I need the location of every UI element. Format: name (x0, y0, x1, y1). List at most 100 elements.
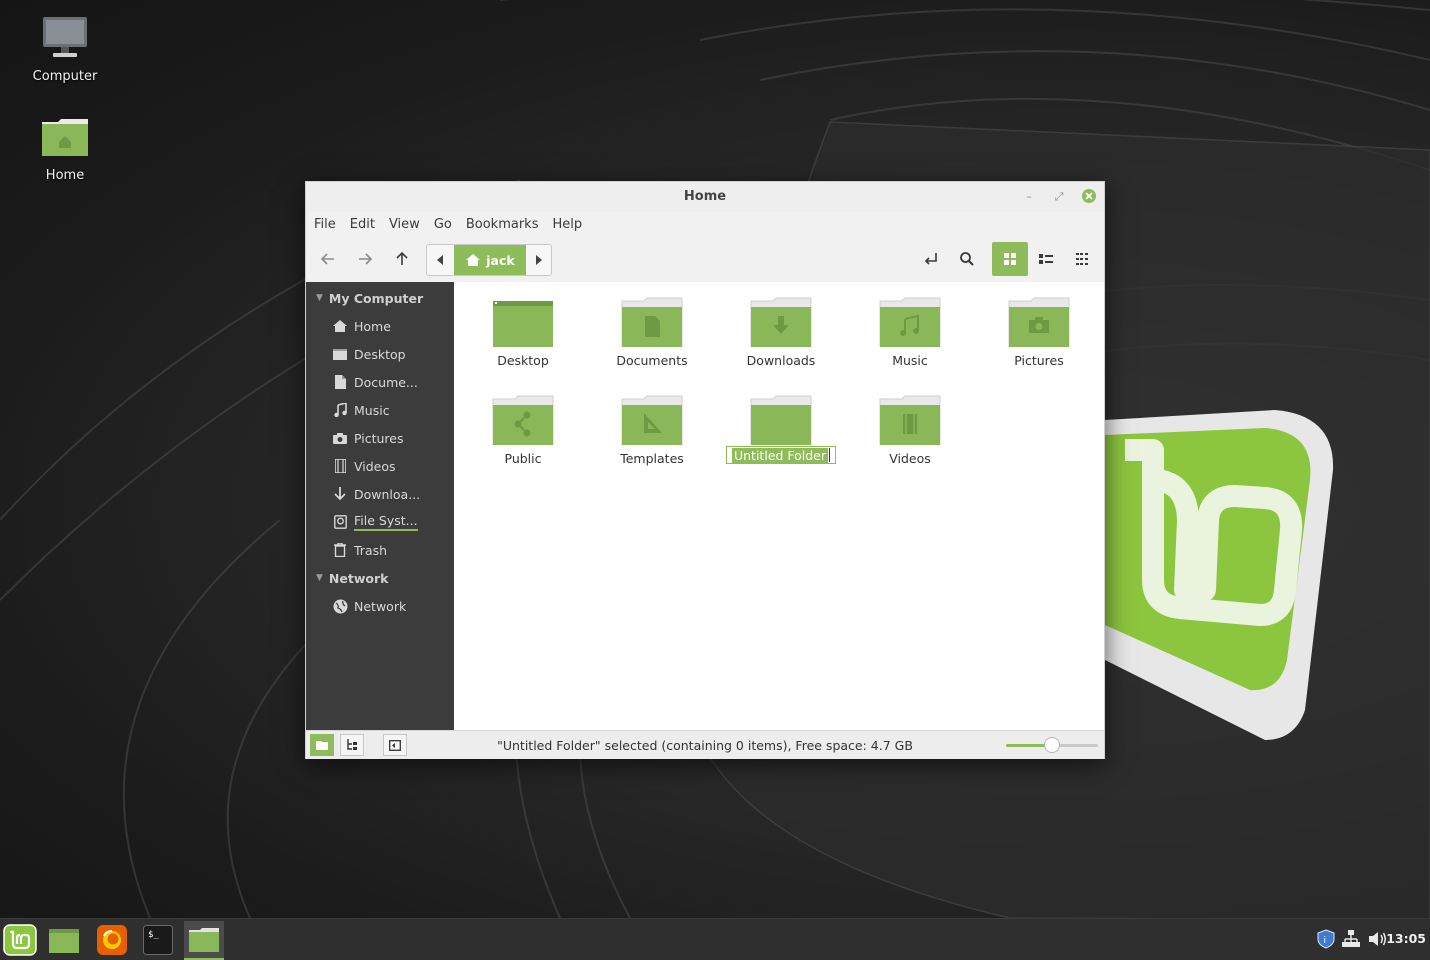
sidebar-item-label: File Syst... (354, 513, 418, 531)
minimize-button[interactable]: – (1022, 190, 1036, 204)
zoom-slider[interactable] (1006, 737, 1098, 753)
trash-icon (332, 542, 348, 558)
list-view-button[interactable] (1033, 246, 1059, 272)
window-titlebar[interactable]: Home – ⤢ (306, 182, 1104, 212)
sidebar-item-downloads[interactable]: Downloa... (306, 480, 454, 508)
rename-input[interactable]: Untitled Folder (726, 446, 836, 464)
menu-file[interactable]: File (314, 217, 336, 232)
folder-templates-icon (621, 395, 683, 445)
list-icon (1039, 254, 1053, 264)
forward-button[interactable] (352, 246, 378, 272)
sidebar-item-file-system[interactable]: File Syst... (306, 508, 454, 536)
shield-icon[interactable]: i (1316, 929, 1336, 953)
sidebar-item-pictures[interactable]: Pictures (306, 424, 454, 452)
sidebar-section-title: Network (328, 570, 389, 586)
sidebar-item-label: Docume... (354, 374, 418, 390)
location-entry-icon (924, 253, 937, 265)
breadcrumb-current[interactable]: jack (454, 245, 526, 275)
folder-videos-icon (879, 395, 941, 445)
launcher-firefox[interactable] (92, 921, 132, 958)
file-item-public[interactable]: Public (465, 395, 581, 466)
film-icon (332, 458, 348, 474)
file-item-downloads[interactable]: Downloads (723, 297, 839, 368)
breadcrumb: jack (426, 244, 552, 276)
desktop-icon-home[interactable]: Home (10, 116, 120, 183)
compact-view-button[interactable] (1070, 246, 1096, 272)
sidebar-item-network[interactable]: Network (306, 592, 454, 620)
file-item-templates[interactable]: Templates (594, 395, 710, 466)
menu-go[interactable]: Go (434, 217, 452, 232)
file-item-label: Music (892, 353, 928, 368)
sidebar-section-network[interactable]: ▼ Network (306, 564, 454, 592)
menu-bookmarks[interactable]: Bookmarks (466, 217, 539, 232)
sidebar-section-title: My Computer (328, 290, 424, 306)
breadcrumb-label: jack (486, 252, 515, 268)
breadcrumb-prev-button[interactable] (427, 245, 453, 275)
up-button[interactable] (389, 246, 415, 272)
file-view[interactable]: Desktop Documents Downloads Music Pictur… (454, 282, 1104, 730)
file-item-desktop[interactable]: Desktop (465, 297, 581, 368)
file-item-label: Pictures (1014, 353, 1064, 368)
file-item-untitled-folder[interactable]: Untitled Folder (723, 395, 839, 469)
sidebar-section-my-computer[interactable]: ▼ My Computer (306, 284, 454, 312)
desktop-icon-label: Home (45, 168, 85, 183)
sidebar-item-videos[interactable]: Videos (306, 452, 454, 480)
file-item-label: Templates (620, 451, 684, 466)
sidebar-item-trash[interactable]: Trash (306, 536, 454, 564)
grid-icon (1004, 253, 1016, 265)
folder-documents-icon (621, 297, 683, 347)
icon-view-button[interactable] (992, 242, 1028, 276)
window-title: Home (683, 189, 727, 204)
search-button[interactable] (954, 246, 980, 272)
sidebar-item-label: Videos (354, 458, 396, 474)
file-item-label: Videos (889, 451, 931, 466)
arrow-up-icon (396, 251, 408, 265)
document-icon (332, 374, 348, 390)
show-desktop-button[interactable] (44, 921, 84, 958)
close-icon (1082, 189, 1096, 203)
arrow-left-icon (320, 253, 334, 265)
sidebar-item-documents[interactable]: Docume... (306, 368, 454, 396)
menu-button[interactable] (0, 921, 40, 958)
menu-help[interactable]: Help (552, 217, 582, 232)
search-icon (960, 252, 974, 266)
clock[interactable]: 13:05 (1386, 931, 1426, 946)
volume-icon[interactable] (1368, 930, 1388, 952)
sidebar-item-music[interactable]: Music (306, 396, 454, 424)
caret-left-icon (437, 255, 443, 265)
toggle-location-button[interactable] (918, 246, 944, 272)
sidebar: ▼ My Computer Home Desktop Docume... Mus… (306, 282, 454, 730)
file-item-label: Downloads (746, 353, 816, 368)
firefox-icon (97, 924, 127, 955)
sidebar-item-home[interactable]: Home (306, 312, 454, 340)
sidebar-item-label: Music (354, 402, 390, 418)
camera-icon (332, 430, 348, 446)
file-item-documents[interactable]: Documents (594, 297, 710, 368)
chevron-down-icon: ▼ (316, 293, 323, 303)
terminal-icon: $_ (143, 924, 173, 955)
back-button[interactable] (315, 246, 341, 272)
sidebar-item-label: Network (354, 598, 407, 614)
sidebar-item-label: Home (354, 318, 391, 334)
toolbar: jack (306, 236, 1104, 282)
breadcrumb-next-button[interactable] (527, 245, 551, 275)
file-item-pictures[interactable]: Pictures (981, 297, 1097, 368)
sidebar-item-desktop[interactable]: Desktop (306, 340, 454, 368)
arrow-right-icon (359, 253, 373, 265)
drive-icon (332, 514, 348, 530)
desktop-icon-computer[interactable]: Computer (10, 15, 120, 84)
menu-edit[interactable]: Edit (350, 217, 375, 232)
maximize-button[interactable]: ⤢ (1052, 190, 1066, 204)
task-file-manager[interactable] (184, 921, 224, 960)
network-icon[interactable] (1342, 930, 1360, 952)
file-manager-window: Home – ⤢ File Edit View Go Bookmarks Hel… (305, 181, 1105, 759)
file-item-music[interactable]: Music (852, 297, 968, 368)
launcher-terminal[interactable]: $_ (138, 921, 178, 958)
file-item-label: Desktop (497, 353, 549, 368)
menubar: File Edit View Go Bookmarks Help (306, 212, 1104, 236)
sidebar-item-label: Downloa... (354, 486, 421, 502)
close-button[interactable] (1081, 188, 1096, 203)
menu-view[interactable]: View (389, 217, 420, 232)
file-item-videos[interactable]: Videos (852, 395, 968, 466)
zoom-slider-handle[interactable] (1044, 737, 1060, 753)
